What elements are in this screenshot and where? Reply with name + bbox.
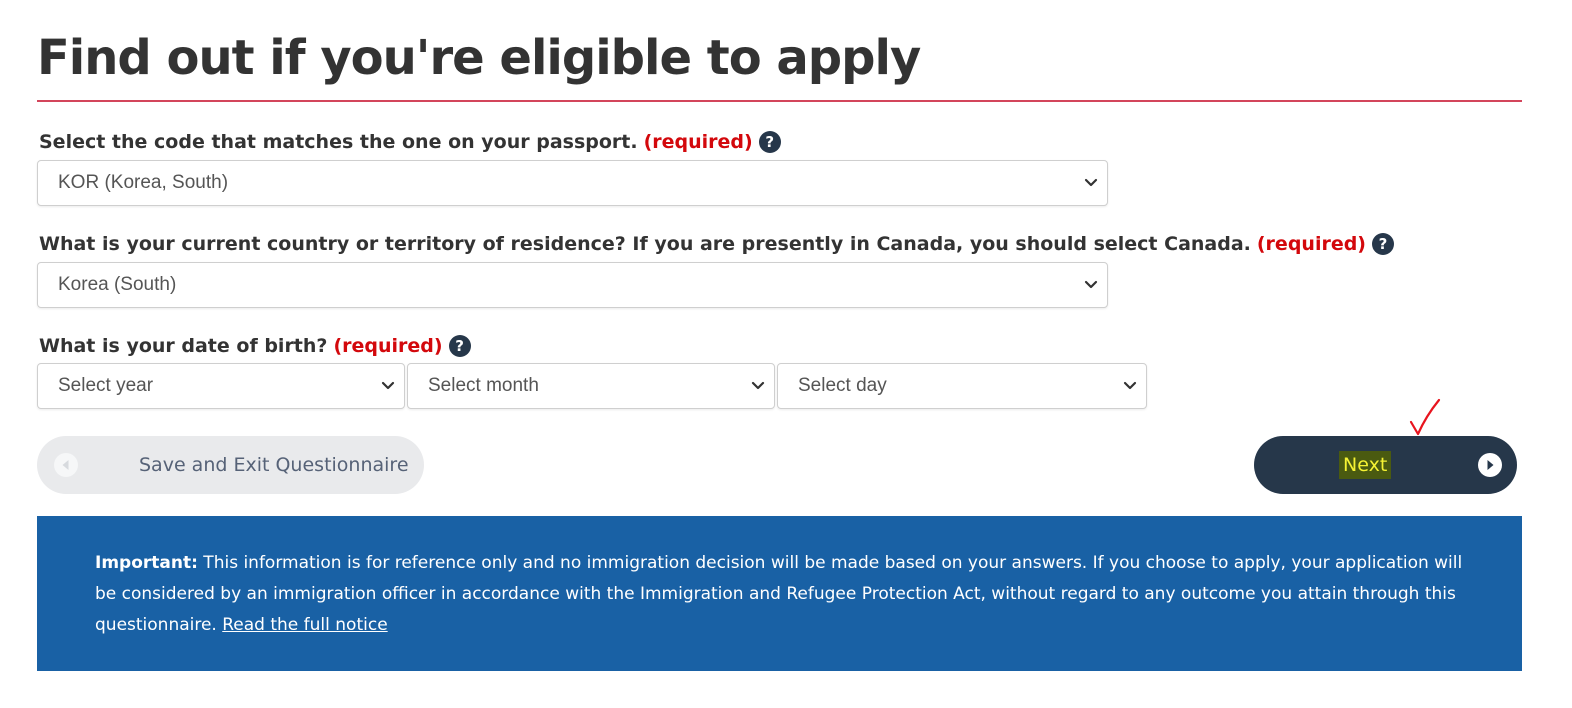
- chevron-down-icon: [1084, 178, 1098, 187]
- circle-arrow-right-icon: [1478, 453, 1502, 477]
- save-exit-button[interactable]: Save and Exit Questionnaire: [37, 436, 424, 494]
- residence-label-text: What is your current country or territor…: [39, 233, 1251, 255]
- check-mark-icon: [1409, 398, 1441, 436]
- residence-select[interactable]: Korea (South): [37, 262, 1108, 308]
- dob-day-select[interactable]: Select day: [777, 363, 1147, 409]
- passport-code-label-text: Select the code that matches the one on …: [39, 131, 638, 153]
- circle-arrow-left-icon: [54, 453, 78, 477]
- required-marker: (required): [333, 335, 443, 357]
- dob-label: What is your date of birth? (required) ?: [39, 332, 471, 360]
- dob-day-value: Select day: [798, 375, 887, 396]
- page-title: Find out if you're eligible to apply: [37, 30, 921, 86]
- dob-year-select[interactable]: Select year: [37, 363, 405, 409]
- help-icon[interactable]: ?: [758, 131, 781, 153]
- passport-code-select[interactable]: KOR (Korea, South): [37, 160, 1108, 206]
- passport-code-value: KOR (Korea, South): [58, 172, 229, 193]
- save-exit-label: Save and Exit Questionnaire: [139, 454, 409, 476]
- required-marker: (required): [643, 131, 753, 153]
- next-label: Next: [1339, 451, 1392, 479]
- dob-month-select[interactable]: Select month: [407, 363, 775, 409]
- title-divider: [37, 100, 1522, 102]
- chevron-down-icon: [1123, 381, 1137, 390]
- notice-heading: Important:: [95, 553, 198, 573]
- chevron-down-icon: [1084, 280, 1098, 289]
- important-notice: Important: This information is for refer…: [37, 516, 1522, 671]
- residence-label: What is your current country or territor…: [39, 230, 1394, 258]
- chevron-down-icon: [751, 381, 765, 390]
- required-marker: (required): [1256, 233, 1366, 255]
- next-button[interactable]: Next: [1254, 436, 1517, 494]
- help-icon[interactable]: ?: [1372, 233, 1394, 255]
- help-icon[interactable]: ?: [448, 335, 471, 357]
- residence-value: Korea (South): [58, 274, 177, 295]
- dob-label-text: What is your date of birth?: [39, 335, 328, 357]
- dob-year-value: Select year: [58, 375, 154, 396]
- read-full-notice-link[interactable]: Read the full notice: [222, 615, 387, 635]
- dob-month-value: Select month: [428, 375, 539, 396]
- chevron-down-icon: [381, 381, 395, 390]
- passport-code-label: Select the code that matches the one on …: [39, 128, 781, 156]
